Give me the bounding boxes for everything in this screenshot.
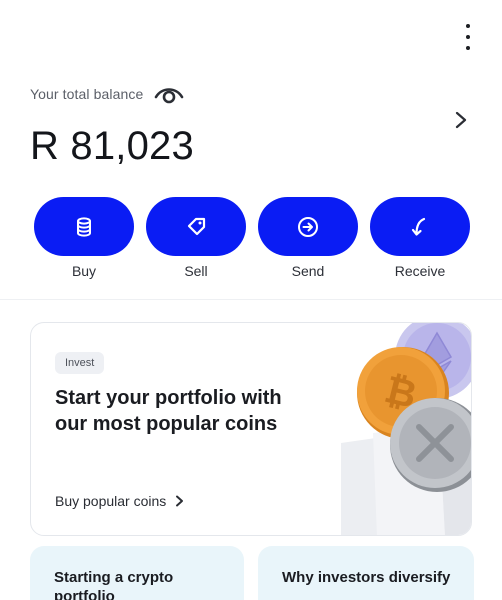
learn-card-diversify[interactable]: Why investors diversify	[258, 546, 474, 600]
receive-button[interactable]: Receive	[370, 197, 470, 279]
learn-card-title: Starting a crypto portfolio	[54, 569, 174, 600]
learn-card-portfolio[interactable]: Starting a crypto portfolio	[30, 546, 244, 600]
buy-popular-coins-label: Buy popular coins	[55, 493, 167, 509]
buy-popular-coins-link[interactable]: Buy popular coins	[55, 493, 185, 509]
balance-header: Your total balance	[30, 84, 185, 104]
invest-card-title: Start your portfolio with our most popul…	[55, 387, 282, 435]
quick-actions: Buy Sell Send Receive	[34, 197, 472, 283]
arrow-right-circle-icon	[298, 216, 318, 237]
more-vertical-icon[interactable]	[458, 24, 478, 50]
balance-label: Your total balance	[30, 86, 144, 102]
receive-arrow-icon	[411, 217, 426, 236]
balance-amount: R 81,023	[30, 124, 194, 168]
chevron-right-small-icon	[176, 495, 184, 507]
invest-card[interactable]: Invest Start your portfolio with our mos…	[30, 322, 472, 536]
home-screen: Your total balance R 81,023 Buy Sell Sen…	[0, 0, 502, 600]
buy-pill[interactable]	[34, 197, 134, 256]
chevron-right-icon[interactable]	[452, 109, 470, 131]
learn-card-title: Why investors diversify	[282, 569, 451, 586]
send-label: Send	[291, 263, 325, 279]
eye-icon[interactable]	[153, 84, 185, 104]
sell-label: Sell	[184, 263, 208, 279]
section-divider	[0, 299, 502, 300]
coins-stack-icon	[77, 216, 91, 237]
crypto-coins-illustration: ₿	[341, 323, 471, 535]
sell-button[interactable]: Sell	[146, 197, 246, 279]
send-pill[interactable]	[258, 197, 358, 256]
buy-button[interactable]: Buy	[34, 197, 134, 279]
receive-pill[interactable]	[370, 197, 470, 256]
invest-badge: Invest	[55, 352, 105, 374]
receive-label: Receive	[394, 263, 446, 279]
send-button[interactable]: Send	[258, 197, 358, 279]
buy-label: Buy	[71, 263, 97, 279]
tag-icon	[187, 217, 206, 235]
sell-pill[interactable]	[146, 197, 246, 256]
